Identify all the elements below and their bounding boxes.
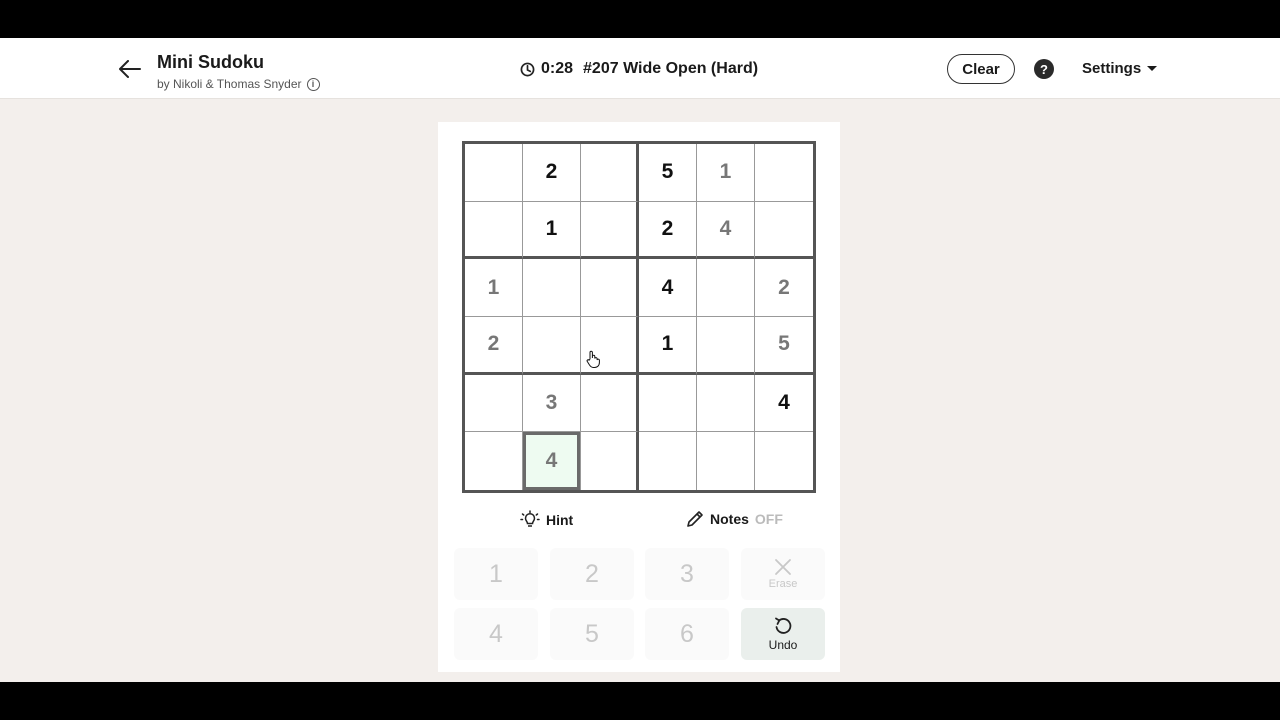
- grid-cell[interactable]: [581, 201, 639, 260]
- grid-cell[interactable]: [697, 374, 755, 433]
- grid-cell[interactable]: [581, 374, 639, 433]
- info-icon[interactable]: i: [306, 77, 320, 91]
- header: Mini Sudoku by Nikoli & Thomas Snyder i …: [0, 38, 1280, 99]
- notes-toggle[interactable]: Notes OFF: [686, 510, 783, 528]
- undo-label: Undo: [768, 638, 798, 652]
- grid-cell[interactable]: 1: [697, 144, 755, 202]
- grid-cell[interactable]: 5: [755, 317, 813, 375]
- lightbulb-icon: [520, 510, 540, 527]
- top-letterbox: [0, 0, 1280, 38]
- undo-button[interactable]: Undo: [741, 608, 825, 660]
- erase-button[interactable]: Erase: [741, 548, 825, 600]
- key-6[interactable]: 6: [645, 608, 729, 660]
- key-5[interactable]: 5: [550, 608, 634, 660]
- grid-cell[interactable]: 1: [465, 259, 523, 317]
- author-credit: by Nikoli & Thomas Snyder: [157, 77, 302, 91]
- grid-cell[interactable]: [755, 144, 813, 202]
- clear-button[interactable]: Clear: [947, 54, 1015, 84]
- grid-cell[interactable]: [465, 201, 523, 260]
- arrow-left-icon: [119, 60, 141, 78]
- grid-cell[interactable]: [523, 259, 581, 317]
- chevron-down-icon: [1147, 66, 1158, 71]
- settings-button[interactable]: Settings: [1082, 60, 1158, 77]
- game-panel: 251124142215344 Hint Notes OFF 1 2 3 Era…: [438, 122, 840, 672]
- subtitle: by Nikoli & Thomas Snyder i: [157, 77, 320, 91]
- grid-cell[interactable]: [639, 432, 697, 490]
- grid-cell[interactable]: [755, 432, 813, 490]
- grid-cell[interactable]: [697, 259, 755, 317]
- grid-cell[interactable]: 2: [523, 144, 581, 202]
- grid-cell[interactable]: [465, 374, 523, 433]
- grid-cell[interactable]: 5: [639, 144, 697, 202]
- notes-state: OFF: [754, 511, 783, 527]
- page-title: Mini Sudoku: [157, 52, 264, 72]
- grid-cell[interactable]: 2: [639, 201, 697, 260]
- puzzle-info: 0:28 #207 Wide Open (Hard): [520, 60, 758, 78]
- grid-cell[interactable]: [755, 202, 813, 260]
- grid-cell[interactable]: 3: [523, 374, 581, 433]
- grid-cell[interactable]: [697, 432, 755, 490]
- help-icon[interactable]: ?: [1034, 59, 1054, 79]
- sudoku-grid: 251124142215344: [462, 141, 816, 493]
- grid-cell[interactable]: 1: [639, 317, 697, 375]
- key-2[interactable]: 2: [550, 548, 634, 600]
- timer: 0:28: [541, 60, 574, 77]
- grid-cell[interactable]: [581, 432, 639, 490]
- grid-cell[interactable]: 4: [639, 259, 697, 317]
- page: Mini Sudoku by Nikoli & Thomas Snyder i …: [0, 38, 1280, 682]
- key-1[interactable]: 1: [454, 548, 538, 600]
- undo-icon: [775, 617, 792, 634]
- grid-cell[interactable]: 4: [755, 375, 813, 433]
- key-3[interactable]: 3: [645, 548, 729, 600]
- key-4[interactable]: 4: [454, 608, 538, 660]
- grid-cell[interactable]: [581, 259, 639, 317]
- grid-cell[interactable]: 2: [755, 259, 813, 317]
- close-icon: [775, 559, 791, 575]
- grid-cell[interactable]: [465, 432, 523, 490]
- hint-button[interactable]: Hint: [520, 510, 573, 530]
- grid-cell[interactable]: 1: [523, 201, 581, 260]
- bottom-letterbox: [0, 682, 1280, 720]
- notes-label: Notes: [710, 511, 749, 527]
- grid-cell[interactable]: [697, 317, 755, 375]
- grid-cell[interactable]: [581, 144, 639, 202]
- tool-row: Hint Notes OFF: [438, 510, 840, 534]
- hand-cursor-icon: [586, 350, 600, 368]
- back-button[interactable]: [116, 56, 144, 82]
- puzzle-name: #207 Wide Open (Hard): [583, 60, 759, 77]
- clock-icon: [520, 62, 535, 76]
- erase-label: Erase: [768, 578, 798, 590]
- grid-cell[interactable]: 4: [697, 201, 755, 260]
- grid-cell[interactable]: 2: [465, 317, 523, 375]
- grid-cell[interactable]: [465, 144, 523, 202]
- grid-cell[interactable]: [523, 317, 581, 375]
- grid-cell[interactable]: [639, 374, 697, 433]
- hint-label: Hint: [546, 512, 574, 528]
- settings-label: Settings: [1082, 60, 1142, 77]
- grid-cell[interactable]: 4: [523, 432, 581, 490]
- pencil-icon: [687, 511, 703, 527]
